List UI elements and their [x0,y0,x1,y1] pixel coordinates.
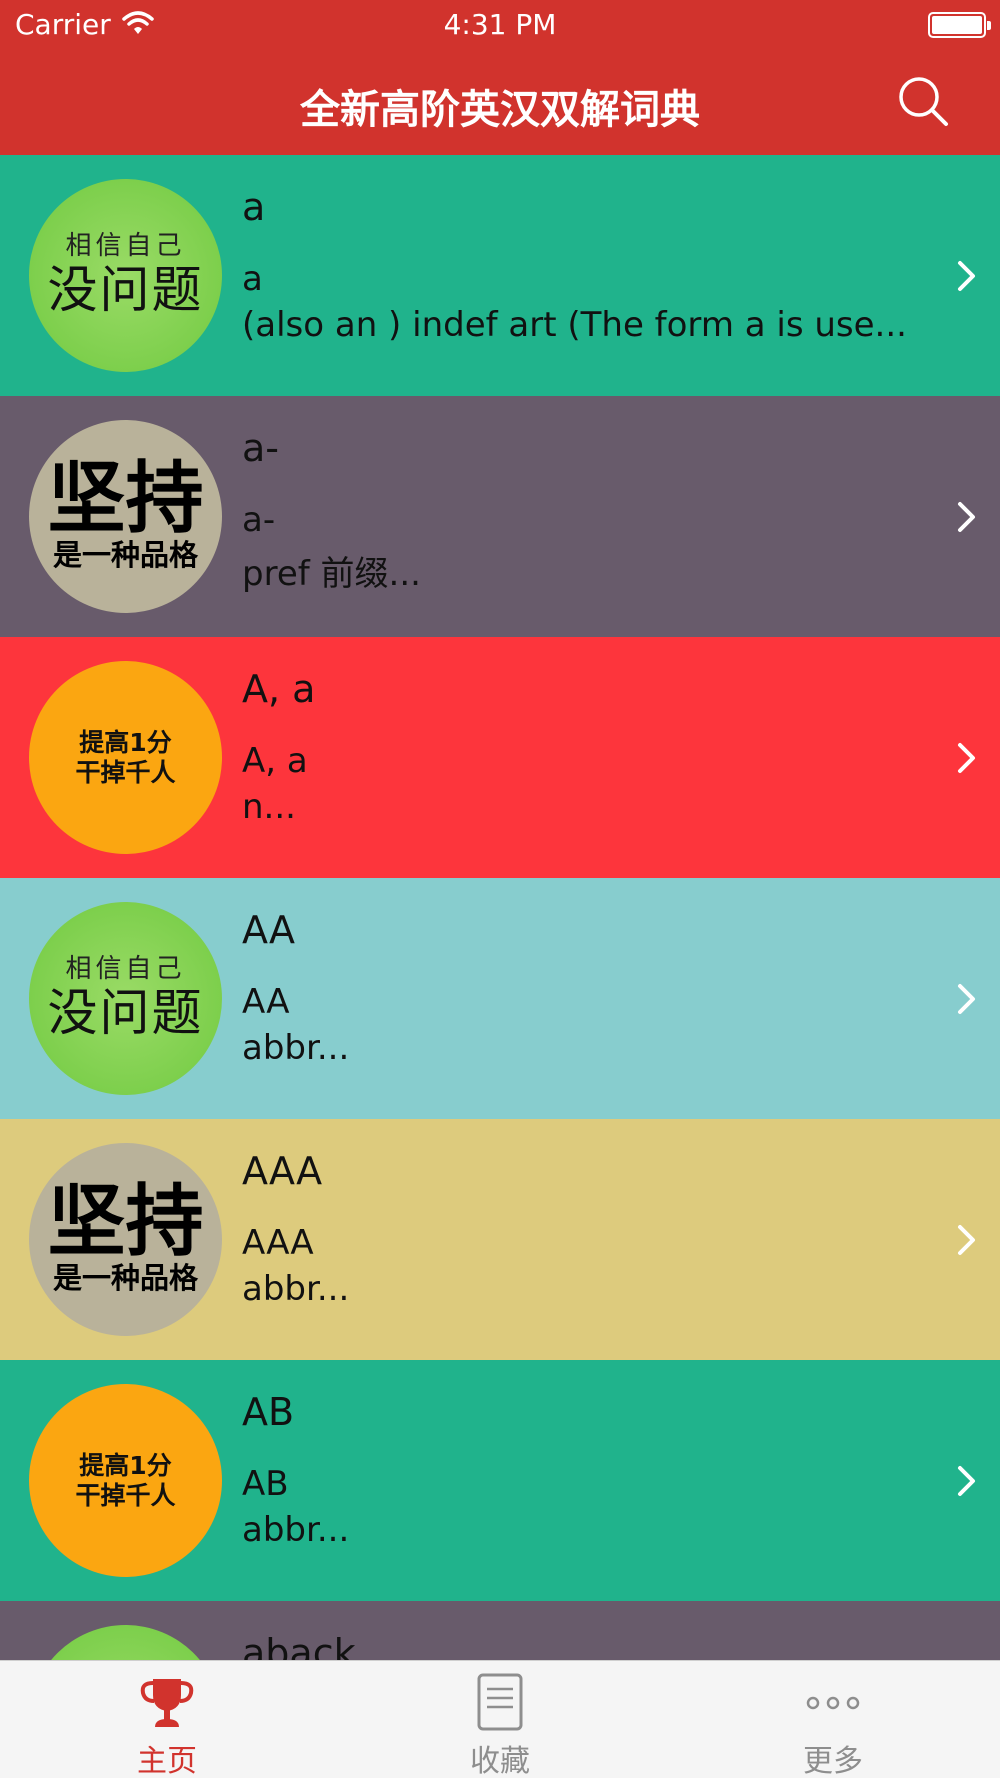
entry-word: a- [242,426,279,470]
list-item[interactable]: 提高1分 干掉千人 A, a A, a n... [0,637,1000,878]
nav-bar: 全新高阶英汉双解词典 [0,50,1000,155]
avatar: 相信自己 没问题 [29,179,222,372]
more-dots-icon [806,1696,860,1710]
tab-more-label: 更多 [803,1744,863,1778]
search-icon[interactable] [896,74,952,130]
list-item[interactable]: 坚持 是一种品格 a- a- pref 前缀... [0,396,1000,637]
status-time: 4:31 PM [443,8,557,41]
entry-summary: abbr... [242,1510,350,1550]
chevron-right-icon [958,1225,975,1255]
list-item[interactable]: 相信自己 没问题 AA AA abbr... [0,878,1000,1119]
entry-headword: AA [242,982,290,1022]
document-icon [477,1673,523,1731]
list-item[interactable]: 相信自己 没问题 a a (also an ) indef art (The f… [0,155,1000,396]
tab-favorites[interactable]: 收藏 [420,1661,580,1778]
chevron-right-icon [958,984,975,1014]
entry-summary: abbr... [242,1028,350,1068]
avatar: 相信自己 没问题 [29,902,222,1095]
page-title: 全新高阶英汉双解词典 [300,87,700,133]
avatar: 坚持 是一种品格 [29,420,222,613]
tab-more[interactable]: 更多 [753,1661,913,1778]
tab-favorites-label: 收藏 [470,1744,530,1778]
avatar: 坚持 是一种品格 [29,1143,222,1336]
avatar: 提高1分 干掉千人 [29,1384,222,1577]
entry-word: aback [242,1631,356,1660]
word-list: 相信自己 没问题 a a (also an ) indef art (The f… [0,155,1000,1660]
entry-summary: abbr... [242,1269,350,1309]
entry-headword: a- [242,500,276,540]
avatar: 相信自己 没问题 [29,1625,222,1660]
entry-summary: n... [242,787,296,827]
chevron-right-icon [958,261,975,291]
entry-summary: (also an ) indef art (The form a is use.… [242,305,907,345]
entry-summary: pref 前缀... [242,554,421,594]
entry-headword: A, a [242,741,308,781]
chevron-right-icon [958,743,975,773]
entry-word: A, a [242,667,316,711]
chevron-right-icon [958,1466,975,1496]
chevron-right-icon [958,502,975,532]
entry-headword: a [242,259,263,299]
list-item[interactable]: 相信自己 没问题 aback [0,1601,1000,1660]
status-bar: Carrier 4:31 PM [0,0,1000,50]
trophy-icon [140,1679,194,1727]
list-item[interactable]: 坚持 是一种品格 AAA AAA abbr... [0,1119,1000,1360]
avatar: 提高1分 干掉千人 [29,661,222,854]
tab-home-label: 主页 [137,1744,197,1778]
tab-home[interactable]: 主页 [87,1661,247,1778]
list-item[interactable]: 提高1分 干掉千人 AB AB abbr... [0,1360,1000,1601]
entry-headword: AB [242,1464,289,1504]
entry-headword: AAA [242,1223,314,1263]
entry-word: AB [242,1390,295,1434]
entry-word: AAA [242,1149,323,1193]
battery-icon [928,12,991,38]
entry-word: a [242,185,266,229]
tab-bar: 主页 收藏 更多 [0,1660,1000,1778]
entry-word: AA [242,908,296,952]
